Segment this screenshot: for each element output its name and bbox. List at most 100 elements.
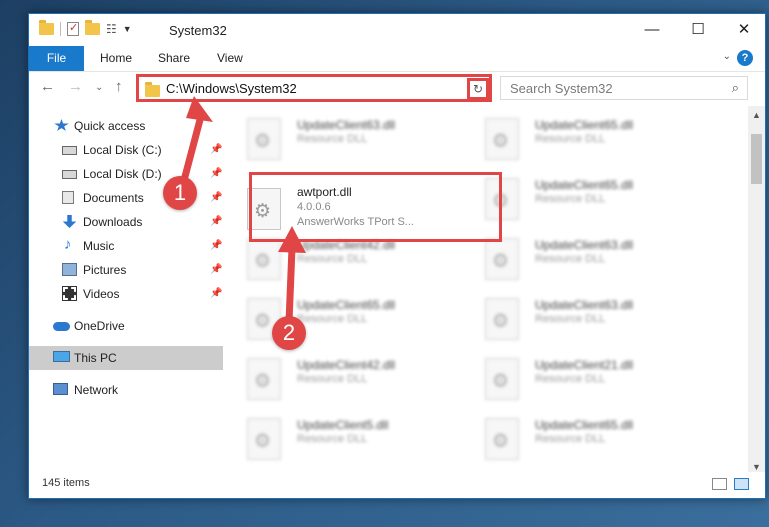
properties-icon[interactable] [67,21,79,36]
close-button[interactable]: ✕ [721,14,765,46]
address-bar[interactable]: C:\Windows\System32 ⌄ [136,74,492,102]
forward-arrow-icon[interactable]: → [68,78,83,95]
file-name: UpdateClient65.dll [297,298,396,312]
folder-icon [145,82,160,97]
details-view-icon[interactable] [712,478,727,490]
dll-file-icon [485,298,519,340]
customize-toolbar-chevron-icon[interactable]: ▼ [123,24,132,34]
sidebar-item-label: Downloads [83,215,143,229]
file-type: Resource DLL [535,373,606,385]
search-icon[interactable]: ⌕ [732,80,739,96]
file-type: Resource DLL [297,253,368,265]
dll-file-icon [247,118,281,160]
pictures-icon [62,263,77,276]
sidebar-item-label: Documents [83,191,144,205]
folder-icon [39,20,54,35]
disk-icon [62,146,77,155]
tab-home[interactable]: Home [100,46,132,71]
download-icon [62,215,77,228]
sidebar-item-quick-access[interactable]: Quick access [29,114,223,138]
file-name: UpdateClient65.dll [535,118,634,132]
file-item[interactable]: UpdateClient65.dll Resource DLL [223,286,453,342]
scroll-down-arrow-icon[interactable]: ▼ [752,462,761,472]
file-name: UpdateClient63.dll [535,238,634,252]
file-highlight-box [249,172,502,242]
file-name: UpdateClient42.dll [297,358,396,372]
file-type: Resource DLL [535,193,606,205]
title-bar: ☷ ▼ System32 — ☐ ✕ [29,14,765,46]
cloud-icon [53,322,70,331]
sidebar-item-onedrive[interactable]: OneDrive [29,314,223,338]
pin-icon: 📌 [210,144,223,155]
sidebar-item-downloads[interactable]: Downloads 📌 [29,210,223,234]
file-name: UpdateClient65.dll [535,418,634,432]
sidebar-item-label: Pictures [83,263,127,277]
refresh-button[interactable]: ↻ [467,78,489,100]
view-options-icon[interactable]: ☷ [106,22,117,36]
window-title: System32 [169,23,227,38]
sidebar-item-label: Local Disk (D:) [83,167,162,181]
navigation-bar: ← → ⌄ ↑ C:\Windows\System32 ⌄ ↻ Search S… [29,72,765,106]
item-count: 145 items [42,477,90,489]
expand-ribbon-icon[interactable]: ⌄ [723,51,731,62]
star-icon [54,119,69,131]
maximize-button[interactable]: ☐ [675,14,721,46]
minimize-button[interactable]: — [629,14,675,46]
file-explorer-window: ☷ ▼ System32 — ☐ ✕ File Home Share View … [28,13,766,499]
dll-file-icon [247,418,281,460]
vertical-scrollbar[interactable]: ▲ ▼ [748,106,765,476]
network-icon [53,383,68,395]
file-name: UpdateClient21.dll [535,358,634,372]
file-item[interactable]: UpdateClient42.dll Resource DLL [223,346,453,402]
file-item[interactable]: UpdateClient63.dll Resource DLL [461,286,691,342]
ribbon-tabs: File Home Share View ⌄ ? [29,46,765,72]
file-name: UpdateClient63.dll [297,118,396,132]
tab-view[interactable]: View [217,46,243,71]
quick-access-toolbar: ☷ ▼ [39,20,132,36]
tab-share[interactable]: Share [158,46,190,71]
sidebar-item-music[interactable]: ♪ Music 📌 [29,234,223,258]
large-icons-view-icon[interactable] [734,478,749,490]
documents-icon [62,191,74,204]
sidebar-item-network[interactable]: Network [29,378,223,402]
sidebar-item-label: Quick access [74,119,146,133]
dll-file-icon [485,358,519,400]
up-arrow-icon[interactable]: ↑ [115,78,123,95]
address-path[interactable]: C:\Windows\System32 [166,81,297,96]
file-item[interactable]: UpdateClient63.dll Resource DLL [223,106,453,162]
sidebar-item-label: Local Disk (C:) [83,143,162,157]
sidebar-item-pictures[interactable]: Pictures 📌 [29,258,223,282]
sidebar-item-this-pc[interactable]: This PC [29,346,223,370]
music-icon: ♪ [64,236,72,253]
back-arrow-icon[interactable]: ← [40,78,55,95]
step-2-badge: 2 [272,316,306,350]
file-type: Resource DLL [535,313,606,325]
file-type: Resource DLL [297,433,368,445]
recent-locations-chevron-icon[interactable]: ⌄ [95,82,103,93]
file-item[interactable]: UpdateClient65.dll Resource DLL [461,406,691,462]
help-icon[interactable]: ? [737,50,753,66]
dll-file-icon [247,238,281,280]
sidebar-item-videos[interactable]: Videos 📌 [29,282,223,306]
dll-file-icon [247,358,281,400]
pin-icon: 📌 [210,168,223,179]
scroll-up-arrow-icon[interactable]: ▲ [752,110,761,120]
new-folder-icon[interactable] [85,20,100,35]
file-type: Resource DLL [297,133,368,145]
file-item[interactable]: UpdateClient21.dll Resource DLL [461,346,691,402]
pin-icon: 📌 [210,264,223,275]
sidebar-item-local-disk-c[interactable]: Local Disk (C:) 📌 [29,138,223,162]
dll-file-icon [485,238,519,280]
search-input[interactable]: Search System32 ⌕ [500,76,748,100]
scrollbar-thumb[interactable] [751,134,762,184]
file-name: UpdateClient5.dll [297,418,389,432]
tab-file[interactable]: File [29,46,84,71]
file-item[interactable]: UpdateClient65.dll Resource DLL [461,106,691,162]
file-item[interactable]: UpdateClient5.dll Resource DLL [223,406,453,462]
sidebar-item-label: OneDrive [74,319,125,333]
file-name: UpdateClient63.dll [535,298,634,312]
sidebar-item-label: Videos [83,287,120,301]
dll-file-icon [485,118,519,160]
sidebar-item-label: This PC [74,351,117,365]
toolbar-divider [60,22,61,36]
